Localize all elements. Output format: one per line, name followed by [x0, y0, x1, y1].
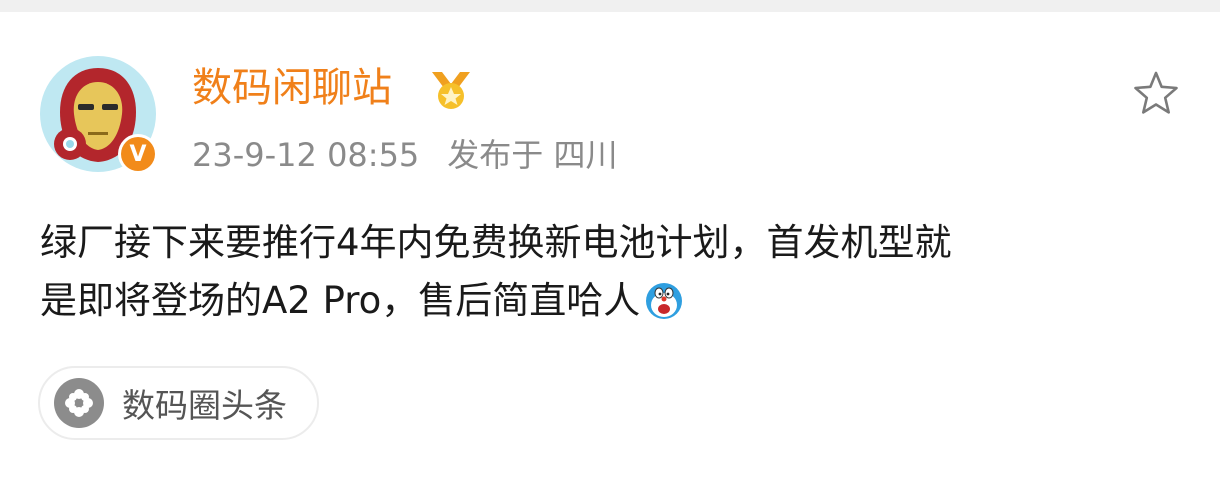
post-location: 发布于 四川 — [447, 136, 618, 174]
gold-medal-icon[interactable] — [428, 66, 474, 112]
top-divider — [0, 0, 1220, 12]
flower-glyph — [65, 389, 93, 417]
post-timestamp: 23-9-12 08:55 — [192, 136, 420, 174]
post-meta: 23-9-12 08:55 发布于 四川 — [192, 132, 617, 178]
topic-flower-icon — [54, 378, 104, 428]
verified-badge: V — [118, 134, 158, 174]
author-name[interactable]: 数码闲聊站 — [192, 62, 392, 114]
doraemon-shocked-emoji — [646, 283, 683, 319]
topic-tag[interactable]: 数码圈头条 — [38, 366, 319, 440]
star-outline-icon[interactable] — [1130, 68, 1182, 120]
post-content: 绿厂接下来要推行4年内免费换新电池计划，首发机型就 是即将登场的A2 Pro，售… — [40, 214, 1180, 330]
post-content-line-1: 绿厂接下来要推行4年内免费换新电池计划，首发机型就 — [40, 221, 952, 264]
post-content-line-2: 是即将登场的A2 Pro，售后简直哈人 — [40, 272, 1180, 330]
topic-tag-label: 数码圈头条 — [122, 386, 287, 425]
